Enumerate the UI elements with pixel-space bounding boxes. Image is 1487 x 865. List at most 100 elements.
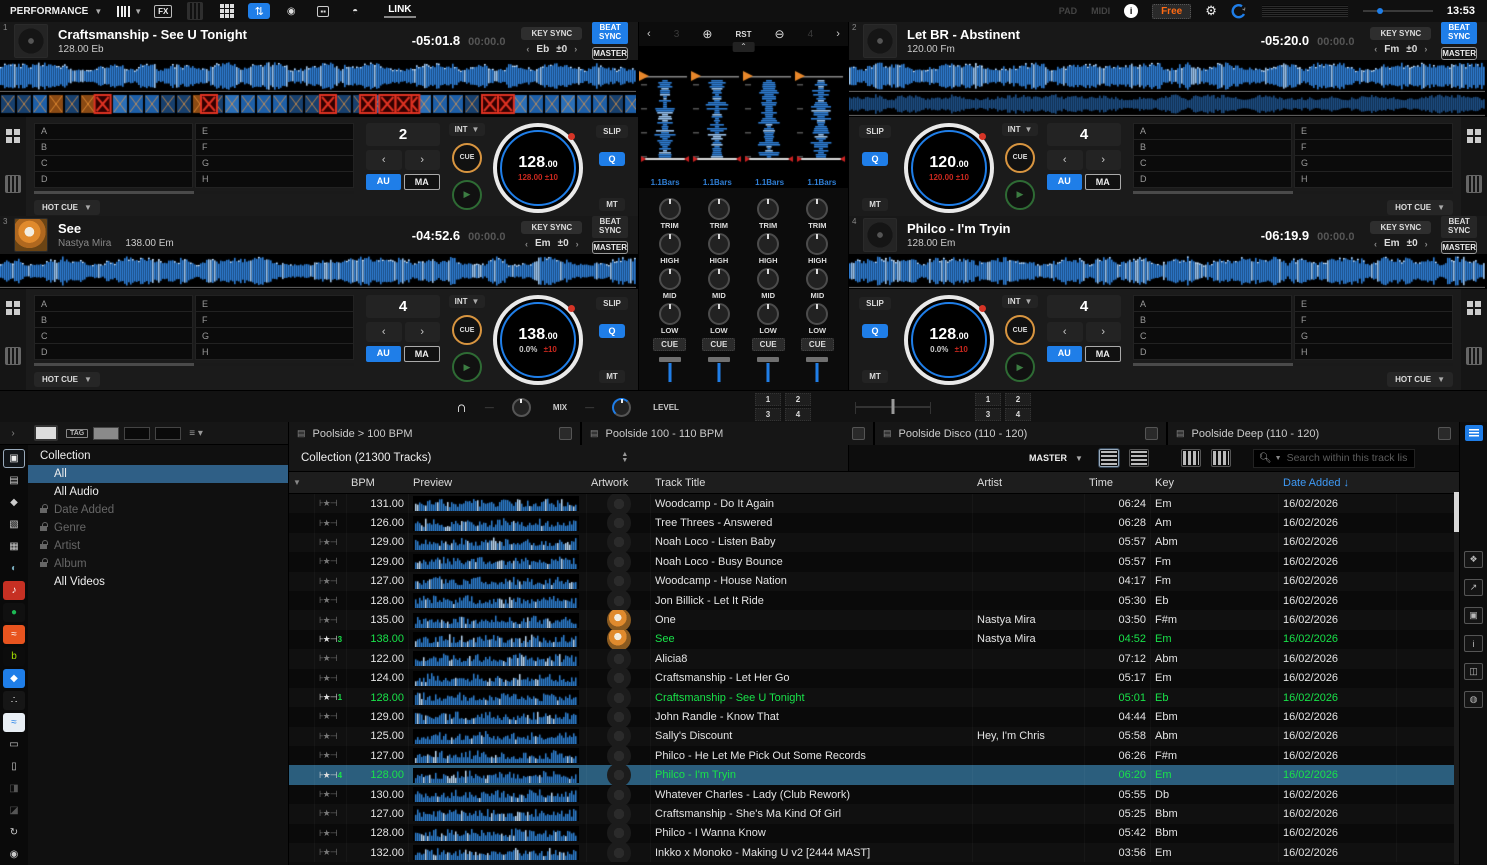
row-preview-cell[interactable]: [409, 572, 587, 591]
sync-icon[interactable]: ◍: [1464, 691, 1483, 708]
low-knob[interactable]: [708, 303, 730, 325]
row-preview-cell[interactable]: [409, 533, 587, 552]
keyboard-icon[interactable]: [5, 175, 21, 193]
hot-cue-slot-G[interactable]: G: [195, 156, 354, 172]
track-row[interactable]: ⊦★⊣125.00Sally's DiscountHey, I'm Chris0…: [289, 727, 1459, 746]
channel-fader[interactable]: [704, 355, 734, 388]
auto-cue-button[interactable]: AU: [366, 346, 401, 362]
master-button[interactable]: MASTER: [1441, 47, 1477, 60]
manual-cue-button[interactable]: MA: [404, 346, 441, 362]
beat-jump-back-button[interactable]: ‹: [1047, 322, 1083, 342]
beat-jump-back-button[interactable]: ‹: [366, 322, 402, 342]
tag-list-icon[interactable]: ▧: [3, 515, 25, 534]
column-header-Preview[interactable]: Preview: [409, 477, 587, 489]
jog-wheel[interactable]: 128.000.0% ±10: [904, 295, 994, 385]
play-button[interactable]: ▶: [452, 180, 482, 210]
key-next-button[interactable]: ›: [1425, 239, 1428, 249]
manual-cue-button[interactable]: MA: [1085, 346, 1122, 362]
hot-cue-slot-B[interactable]: B: [34, 140, 193, 156]
key-next-button[interactable]: ›: [1424, 44, 1427, 54]
key-next-button[interactable]: ›: [576, 239, 579, 249]
layout-chevron-icon[interactable]: ▼: [134, 7, 142, 16]
channel-cue-button[interactable]: CUE: [702, 338, 735, 351]
hot-cue-slot-A[interactable]: A: [1133, 295, 1292, 312]
channel-cue-button[interactable]: CUE: [653, 338, 686, 351]
hot-cue-slot-C[interactable]: C: [34, 328, 193, 344]
waveform-layout-button[interactable]: [112, 3, 134, 19]
hot-cue-scrollbar[interactable]: [1133, 191, 1453, 194]
track-row[interactable]: ⊦★⊣3138.00SeeNastya Mira04:52Em16/02/202…: [289, 630, 1459, 649]
hot-cue-slot-H[interactable]: H: [195, 344, 354, 360]
key-prev-button[interactable]: ‹: [526, 44, 529, 54]
row-preview-cell[interactable]: [409, 843, 587, 862]
tree-item-all-videos[interactable]: All Videos: [28, 573, 288, 591]
high-knob[interactable]: [708, 233, 730, 255]
play-mode-dropdown[interactable]: INT▼: [1002, 295, 1039, 308]
expand-sidebar-button[interactable]: ›: [0, 428, 26, 439]
quantize-button[interactable]: Q: [862, 324, 887, 338]
keyboard-icon[interactable]: [1466, 175, 1482, 193]
trim-knob[interactable]: [757, 198, 779, 220]
low-knob[interactable]: [757, 303, 779, 325]
trim-knob[interactable]: [806, 198, 828, 220]
hot-cue-mode-button[interactable]: HOT CUE▼: [34, 200, 100, 215]
playlist-tab-2[interactable]: ▤Poolside 100 - 110 BPM: [582, 422, 873, 445]
active-tracklist-icon[interactable]: [1465, 425, 1483, 441]
jog-wheel[interactable]: 120.00120.00 ±10: [904, 123, 994, 213]
mid-knob[interactable]: [757, 268, 779, 290]
histories-icon[interactable]: ↻: [3, 823, 25, 842]
channel-cue-button[interactable]: CUE: [752, 338, 785, 351]
split-view-icon[interactable]: ◫: [1464, 663, 1483, 680]
hot-cue-slot-D[interactable]: D: [34, 172, 193, 188]
tree-item-all[interactable]: All: [28, 465, 288, 483]
sampler-icon[interactable]: ▦: [3, 537, 25, 556]
jog-wheel[interactable]: 128.00128.00 ±10: [493, 123, 583, 213]
low-knob[interactable]: [806, 303, 828, 325]
itunes-icon[interactable]: ♪: [3, 581, 25, 600]
link-icon[interactable]: ↗: [1464, 579, 1483, 596]
row-preview-cell[interactable]: [409, 785, 587, 804]
playlists-icon[interactable]: ▣: [3, 449, 25, 468]
hot-cue-slot-F[interactable]: F: [1294, 140, 1453, 156]
search-input[interactable]: [1285, 451, 1409, 465]
beat-jump-forward-button[interactable]: ›: [405, 322, 441, 342]
assign-button-2[interactable]: 2: [1005, 393, 1031, 406]
beat-jump-back-button[interactable]: ‹: [366, 150, 402, 170]
manual-cue-button[interactable]: MA: [1085, 174, 1122, 190]
high-knob[interactable]: [659, 233, 681, 255]
hot-cue-slot-H[interactable]: H: [1294, 344, 1453, 360]
keyboard-icon[interactable]: [5, 347, 21, 365]
play-button[interactable]: ▶: [452, 352, 482, 382]
play-mode-dropdown[interactable]: INT▼: [1002, 123, 1039, 136]
row-preview-cell[interactable]: [409, 824, 587, 843]
reset-zoom-button[interactable]: RST: [735, 30, 751, 39]
playlist-tab-4[interactable]: ▤Poolside Deep (110 - 120): [1168, 422, 1459, 445]
recordings-icon[interactable]: ◉: [3, 845, 25, 864]
tree-item-date-added[interactable]: Date Added: [28, 501, 288, 519]
quantize-button[interactable]: Q: [599, 324, 624, 338]
pad-grid-icon[interactable]: [6, 301, 20, 315]
pad-grid-icon[interactable]: [1467, 129, 1481, 143]
track-row[interactable]: ⊦★⊣4128.00Philco - I'm Tryin06:20Em16/02…: [289, 765, 1459, 784]
playlist-tab-3[interactable]: ▤Poolside Disco (110 - 120): [875, 422, 1166, 445]
master-deck-dropdown[interactable]: MASTER ▼: [1029, 453, 1083, 463]
list-view-icon[interactable]: ≡ ▾: [189, 428, 203, 439]
beat-sync-button[interactable]: BEATSYNC: [1441, 22, 1477, 44]
row-preview-cell[interactable]: [409, 688, 587, 707]
hot-cue-slot-D[interactable]: D: [1133, 172, 1292, 188]
key-sync-button[interactable]: KEY SYNC: [1370, 221, 1431, 234]
zoom-in-icon[interactable]: ⊕: [702, 27, 712, 41]
tab-options-icon[interactable]: [559, 427, 572, 440]
usb-device-icon[interactable]: ▯: [3, 757, 25, 776]
channel-fader[interactable]: [802, 355, 832, 388]
beat-sync-button[interactable]: BEATSYNC: [1441, 216, 1477, 238]
cue-button[interactable]: CUE: [452, 315, 482, 345]
hot-cue-scrollbar[interactable]: [1133, 363, 1453, 366]
tag-filter-button[interactable]: TAG: [66, 429, 88, 438]
row-preview-cell[interactable]: [409, 513, 587, 532]
track-row[interactable]: ⊦★⊣127.00Craftsmanship - She's Ma Kind O…: [289, 804, 1459, 823]
assign-button-4[interactable]: 4: [1005, 408, 1031, 421]
browse-online-icon[interactable]: ◐: [3, 559, 25, 578]
column-header-Key[interactable]: Key: [1151, 477, 1279, 489]
track-list-icon[interactable]: ▤: [3, 471, 25, 490]
